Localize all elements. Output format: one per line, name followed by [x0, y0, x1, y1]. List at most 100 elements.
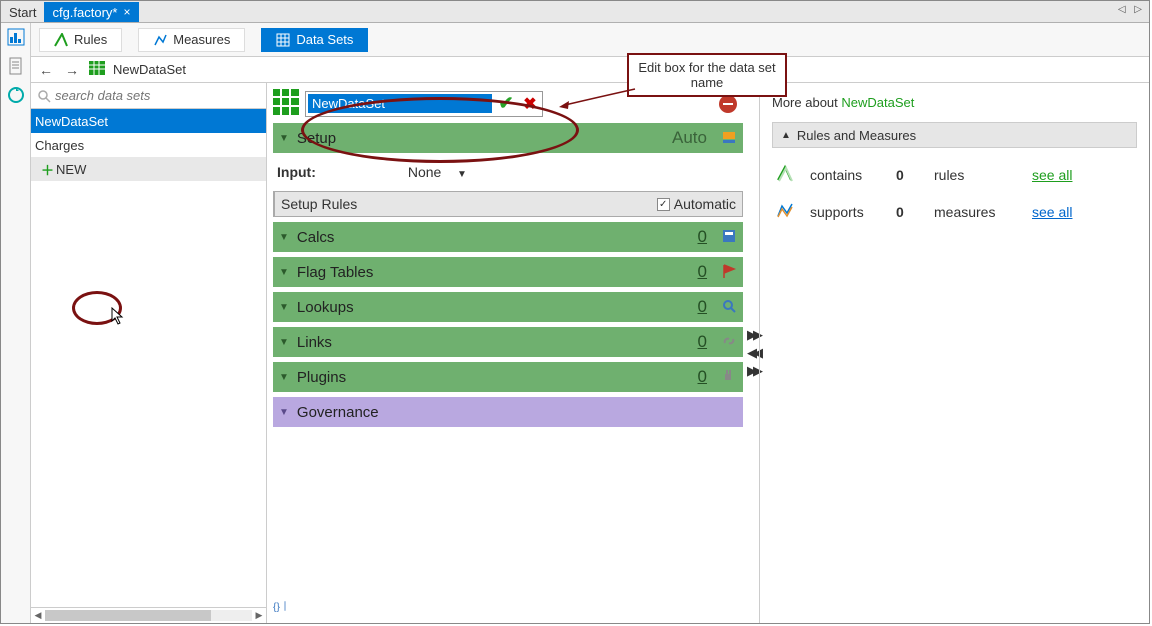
- dataset-name-input[interactable]: NewDataSet: [308, 94, 492, 113]
- scroll-right-icon[interactable]: ▶: [252, 610, 266, 621]
- annotation-callout: Edit box for the data set name: [627, 53, 787, 97]
- breadcrumb-bar: ← → NewDataSet: [31, 57, 1149, 83]
- title-dataset-name: NewDataSet: [841, 95, 914, 110]
- group-calcs[interactable]: ▼ Calcs 0: [273, 222, 743, 252]
- group-title: Setup: [297, 130, 336, 147]
- setup-rules-label: Setup Rules: [281, 196, 357, 212]
- group-plugins[interactable]: ▼ Plugins 0: [273, 362, 743, 392]
- scroll-thumb[interactable]: [45, 610, 211, 621]
- see-all-measures-link[interactable]: see all: [1032, 204, 1072, 220]
- chevron-down-icon: ▼: [279, 133, 289, 144]
- automatic-checkbox[interactable]: ✓: [657, 198, 670, 211]
- see-all-rules-link[interactable]: see all: [1032, 167, 1072, 183]
- group-flag-tables[interactable]: ▼ Flag Tables 0: [273, 257, 743, 287]
- plug-icon[interactable]: [721, 368, 737, 387]
- group-lookups[interactable]: ▼ Lookups 0: [273, 292, 743, 322]
- document-icon[interactable]: [7, 57, 25, 78]
- confirm-name-button[interactable]: ✔: [494, 92, 518, 116]
- group-title: Flag Tables: [297, 264, 373, 281]
- forward-button[interactable]: →: [63, 61, 81, 79]
- dropdown-icon[interactable]: ▼: [457, 169, 467, 180]
- group-title: Links: [297, 334, 332, 351]
- automatic-label: Automatic: [674, 196, 736, 212]
- minus-icon: [719, 95, 737, 113]
- tree-item-newdataset[interactable]: NewDataSet: [31, 109, 266, 133]
- title-prefix: More about: [772, 95, 841, 110]
- annotation-text: Edit box for the data set name: [631, 60, 783, 90]
- tree-item-charges[interactable]: Charges: [31, 133, 266, 157]
- grid-icon: [89, 61, 105, 78]
- chevron-down-icon: ▼: [279, 407, 289, 418]
- search-icon[interactable]: [721, 298, 737, 317]
- chevron-down-icon: ▼: [279, 337, 289, 348]
- group-title: Governance: [297, 404, 379, 421]
- tab-scroll-arrows[interactable]: ◁ ▷: [1118, 4, 1145, 15]
- supports-count: 0: [896, 204, 920, 220]
- contains-count: 0: [896, 167, 920, 183]
- refresh-icon[interactable]: [7, 86, 25, 107]
- group-count[interactable]: 0: [698, 367, 707, 387]
- dataset-editor: NewDataSet ✔ ✖ ▼ Setup Auto Input:: [267, 83, 747, 623]
- group-count[interactable]: 0: [698, 262, 707, 282]
- breadcrumb-text: NewDataSet: [113, 62, 186, 77]
- search-icon: [37, 89, 51, 103]
- rules-label: rules: [934, 167, 1018, 183]
- cursor-icon: [111, 307, 125, 328]
- rules-icon: [776, 164, 796, 185]
- tab-cfg-label: cfg.factory*: [52, 5, 117, 20]
- rules-measures-label: Rules and Measures: [797, 128, 916, 143]
- group-links[interactable]: ▼ Links 0: [273, 327, 743, 357]
- chevron-down-icon: ▼: [279, 302, 289, 313]
- rules-button[interactable]: Rules: [39, 28, 122, 52]
- dataset-grid-icon: [273, 89, 299, 118]
- input-label: Input:: [277, 164, 316, 180]
- rules-measures-header[interactable]: ▲ Rules and Measures: [772, 122, 1137, 148]
- group-setup[interactable]: ▼ Setup Auto: [273, 123, 743, 153]
- datasets-label: Data Sets: [296, 32, 353, 47]
- search-bar[interactable]: [31, 83, 266, 109]
- tree-label: Charges: [35, 138, 84, 153]
- input-selector-row: Input: None ▼: [273, 158, 743, 186]
- more-about-panel: More about NewDataSet ▲ Rules and Measure…: [759, 83, 1149, 623]
- chart-icon[interactable]: [7, 28, 25, 49]
- tree-item-new[interactable]: ＋NEW: [31, 157, 266, 181]
- horizontal-scrollbar[interactable]: ◀ ▶: [31, 607, 266, 623]
- tab-cfg-factory[interactable]: cfg.factory* ×: [44, 2, 138, 22]
- calc-icon[interactable]: [721, 228, 737, 247]
- group-governance[interactable]: ▼ Governance: [273, 397, 743, 427]
- scroll-track[interactable]: [45, 610, 252, 621]
- stack-icon[interactable]: [721, 129, 737, 148]
- cancel-name-button[interactable]: ✖: [518, 92, 542, 116]
- supports-label: supports: [810, 204, 882, 220]
- chevron-up-icon: ▲: [781, 130, 791, 141]
- braces-icon[interactable]: {}: [273, 598, 289, 617]
- datasets-tree-panel: NewDataSet Charges ＋NEW ◀ ▶: [31, 83, 267, 623]
- rules-label: Rules: [74, 32, 107, 47]
- flag-icon[interactable]: [721, 263, 737, 282]
- bottom-tools: {}: [273, 598, 743, 617]
- setup-rules-row: Setup Rules ✓ Automatic: [273, 191, 743, 217]
- group-count[interactable]: 0: [698, 332, 707, 352]
- group-count[interactable]: 0: [698, 227, 707, 247]
- delete-dataset-button[interactable]: [719, 95, 737, 113]
- back-button[interactable]: ←: [37, 61, 55, 79]
- more-about-title: More about NewDataSet: [772, 91, 1137, 112]
- measures-icon: [776, 201, 796, 222]
- link-icon[interactable]: [721, 333, 737, 352]
- input-value[interactable]: None: [408, 164, 441, 180]
- search-input[interactable]: [55, 88, 260, 103]
- dataset-name-edit[interactable]: NewDataSet ✔ ✖: [305, 91, 543, 117]
- group-count[interactable]: 0: [698, 297, 707, 317]
- datasets-button[interactable]: Data Sets: [261, 28, 368, 52]
- measures-label: Measures: [173, 32, 230, 47]
- tab-start[interactable]: Start: [1, 2, 44, 22]
- measures-label: measures: [934, 204, 1018, 220]
- measures-button[interactable]: Measures: [138, 28, 245, 52]
- close-icon[interactable]: ×: [124, 5, 131, 19]
- scroll-left-icon[interactable]: ◀: [31, 610, 45, 621]
- group-title: Calcs: [297, 229, 335, 246]
- group-title: Lookups: [297, 299, 354, 316]
- group-title: Plugins: [297, 369, 346, 386]
- chevron-down-icon: ▼: [279, 232, 289, 243]
- tab-start-label: Start: [9, 5, 36, 20]
